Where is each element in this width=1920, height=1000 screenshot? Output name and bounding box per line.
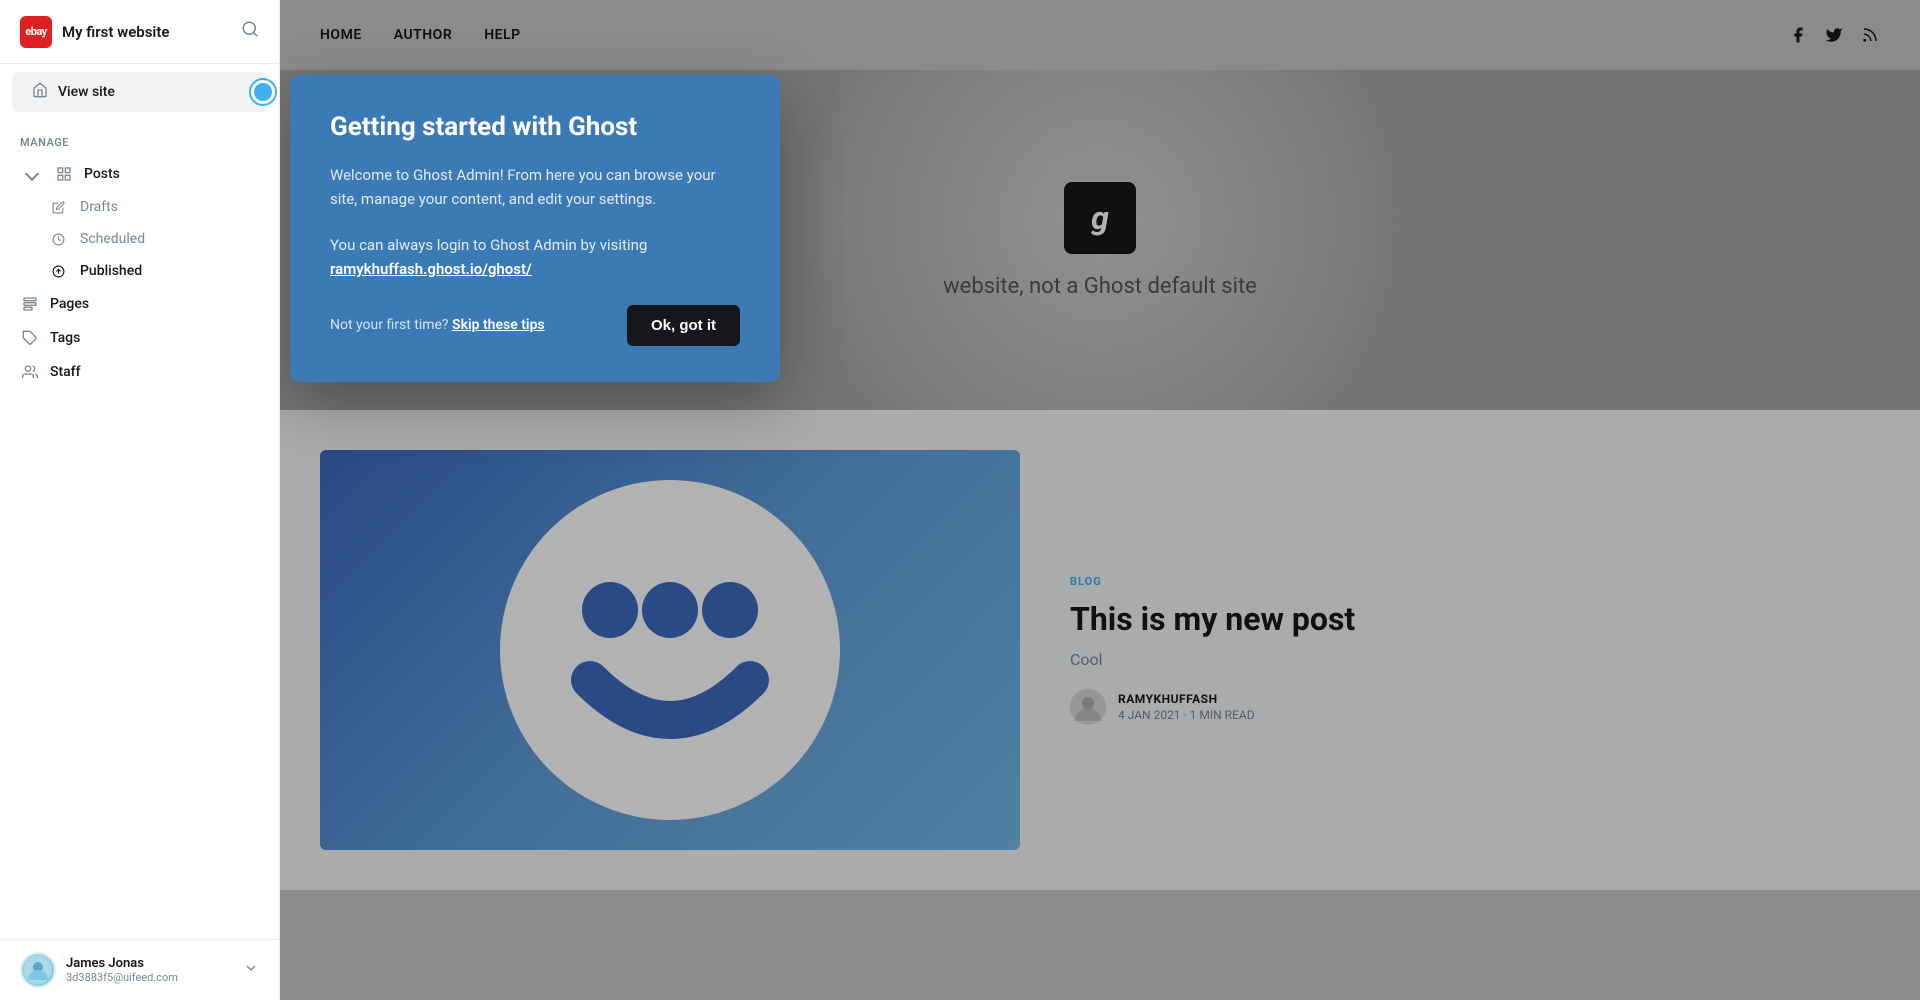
site-name: My first website: [62, 23, 169, 41]
sidebar-item-drafts[interactable]: Drafts: [0, 191, 279, 223]
home-icon: [32, 82, 48, 102]
view-site-button[interactable]: View site: [12, 72, 267, 112]
tags-label: Tags: [50, 330, 80, 346]
logo-text: ebay: [25, 25, 46, 38]
logo-area: ebay My first website: [20, 16, 169, 48]
user-name: James Jonas: [66, 956, 178, 971]
user-email: 3d3883f5@uifeed.com: [66, 971, 178, 984]
site-logo: ebay: [20, 16, 52, 48]
modal-overlay: Getting started with Ghost Welcome to Gh…: [280, 0, 1920, 1000]
pages-icon: [20, 296, 40, 312]
clock-icon: [52, 233, 70, 246]
view-site-label: View site: [58, 84, 115, 100]
modal-title: Getting started with Ghost: [330, 111, 740, 145]
sidebar-item-scheduled[interactable]: Scheduled: [0, 223, 279, 255]
sidebar-item-published[interactable]: Published: [0, 255, 279, 287]
modal-login-url[interactable]: ramykhuffash.ghost.io/ghost/: [330, 260, 532, 278]
manage-section-label: MANAGE: [0, 120, 279, 157]
avatar: [20, 952, 56, 988]
sidebar-footer: James Jonas 3d3883f5@uifeed.com: [0, 939, 279, 1000]
user-chevron-icon[interactable]: [243, 960, 259, 980]
published-icon: [52, 265, 70, 278]
published-label: Published: [80, 263, 142, 279]
search-icon[interactable]: [241, 20, 259, 43]
staff-label: Staff: [50, 364, 81, 380]
sidebar: ebay My first website View site MANAGE: [0, 0, 280, 1000]
modal-body: Welcome to Ghost Admin! From here you ca…: [330, 163, 740, 211]
ok-got-it-button[interactable]: Ok, got it: [627, 305, 740, 346]
main-content: HOME AUTHOR HELP: [280, 0, 1920, 1000]
modal-skip-area: Not your first time? Skip these tips: [330, 317, 545, 333]
staff-icon: [20, 364, 40, 380]
sidebar-item-pages[interactable]: Pages: [0, 287, 279, 321]
modal-dialog: Getting started with Ghost Welcome to Gh…: [290, 75, 780, 382]
sidebar-item-posts[interactable]: Posts: [0, 157, 279, 191]
modal-footer: Not your first time? Skip these tips Ok,…: [330, 305, 740, 346]
tag-icon: [20, 330, 40, 346]
modal-login-prefix: You can always login to Ghost Admin by v…: [330, 236, 647, 254]
user-area[interactable]: James Jonas 3d3883f5@uifeed.com: [20, 952, 178, 988]
sidebar-header: ebay My first website: [0, 0, 279, 64]
scheduled-label: Scheduled: [80, 231, 145, 247]
posts-sub-menu: Drafts Scheduled Published: [0, 191, 279, 287]
pages-label: Pages: [50, 296, 89, 312]
user-info: James Jonas 3d3883f5@uifeed.com: [66, 956, 178, 984]
not-first-time-text: Not your first time?: [330, 317, 449, 333]
active-indicator: [251, 80, 275, 104]
skip-tips-link[interactable]: Skip these tips: [452, 317, 545, 333]
posts-expand-chevron: [24, 169, 44, 179]
pencil-icon: [52, 201, 70, 214]
grid-icon: [54, 166, 74, 182]
sidebar-item-staff[interactable]: Staff: [0, 355, 279, 389]
posts-label: Posts: [84, 166, 120, 182]
sidebar-item-tags[interactable]: Tags: [0, 321, 279, 355]
drafts-label: Drafts: [80, 199, 118, 215]
modal-login-text: You can always login to Ghost Admin by v…: [330, 233, 740, 281]
